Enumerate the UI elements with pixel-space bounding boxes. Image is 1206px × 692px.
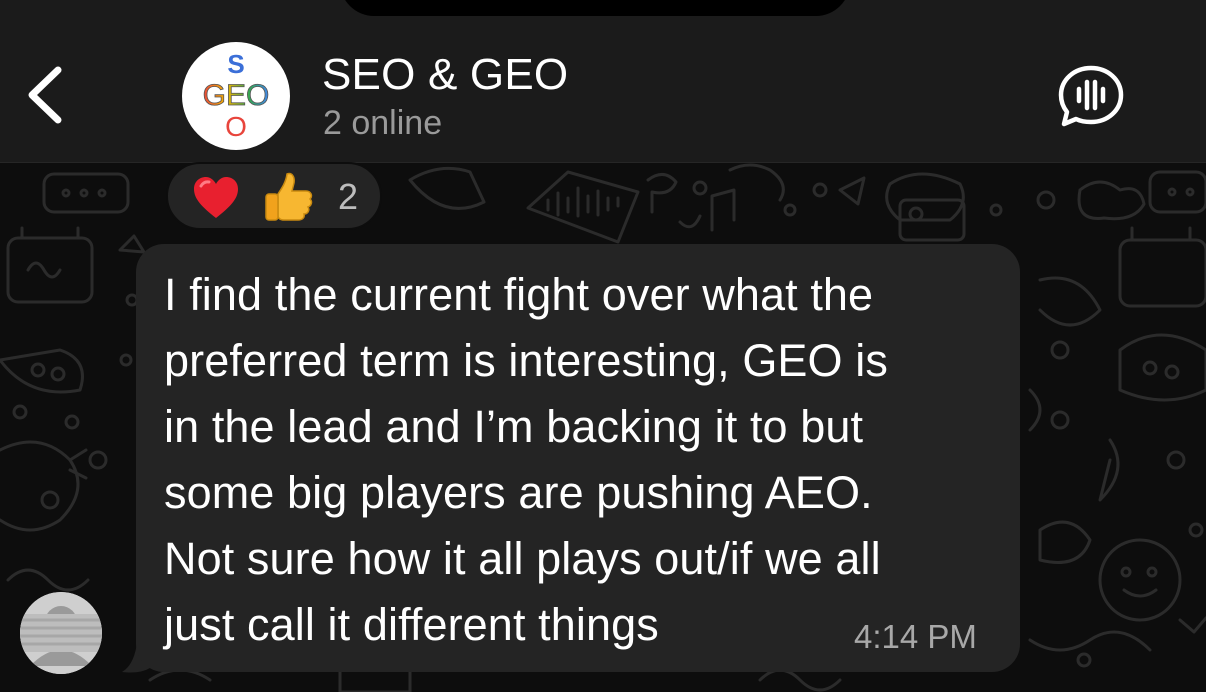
chat-header: S GEO O SEO & GEO 2 online bbox=[0, 0, 1206, 163]
red-heart-icon bbox=[194, 177, 238, 218]
avatar-redacted bbox=[20, 592, 102, 674]
chat-title[interactable]: SEO & GEO bbox=[322, 50, 568, 100]
chat-screen: S GEO O SEO & GEO 2 online I find the cu… bbox=[0, 0, 1206, 692]
group-avatar[interactable]: S GEO O bbox=[182, 42, 290, 150]
message-time: 4:14 PM bbox=[854, 618, 977, 655]
reactions-pill[interactable]: 2 bbox=[166, 162, 382, 230]
thumbs-up-icon bbox=[265, 172, 313, 221]
chevron-left-icon bbox=[28, 66, 62, 124]
logo-word-geo: GEO bbox=[203, 79, 270, 112]
logo-letter-s: S bbox=[227, 49, 244, 79]
online-status: 2 online bbox=[323, 104, 443, 142]
voice-chat-button[interactable] bbox=[1054, 62, 1128, 130]
sender-avatar[interactable] bbox=[20, 592, 102, 674]
voice-chat-icon bbox=[1058, 65, 1124, 127]
reaction-count: 2 bbox=[338, 176, 359, 217]
back-button[interactable] bbox=[20, 62, 70, 128]
logo-letter-o: O bbox=[225, 111, 247, 142]
group-logo: S GEO O bbox=[202, 49, 270, 142]
message-text: I find the current fight over what the p… bbox=[164, 269, 888, 650]
device-notch bbox=[340, 0, 850, 16]
